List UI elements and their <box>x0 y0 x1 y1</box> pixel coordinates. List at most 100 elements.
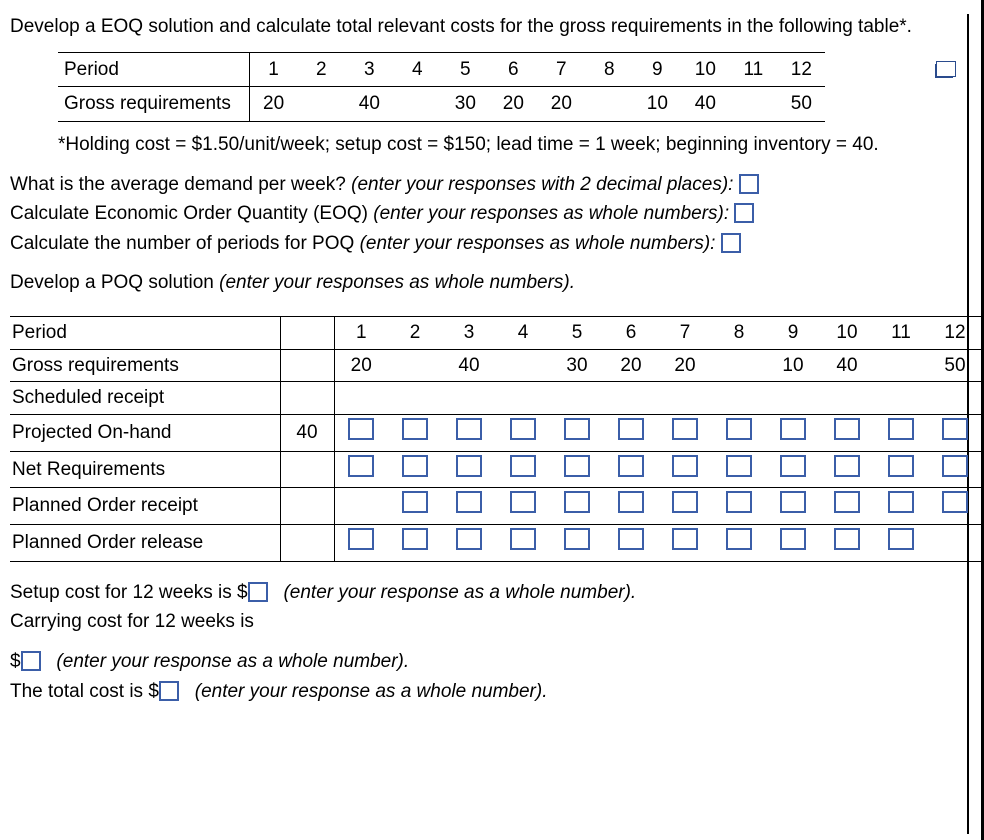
gross-cell: 10 <box>633 87 681 122</box>
net-req-input[interactable] <box>564 455 590 477</box>
period-col: 8 <box>585 52 633 87</box>
planned-receipt-input[interactable] <box>672 491 698 513</box>
planned-release-input[interactable] <box>834 528 860 550</box>
planned-receipt-input[interactable] <box>510 491 536 513</box>
sched-cell <box>658 382 712 415</box>
table-cell <box>820 524 874 561</box>
period-col: 8 <box>712 317 766 350</box>
gross-cell: 20 <box>537 87 585 122</box>
gross-cell: 40 <box>820 349 874 382</box>
proj-onhand-input[interactable] <box>348 418 374 440</box>
net-req-input[interactable] <box>510 455 536 477</box>
proj-onhand-input[interactable] <box>564 418 590 440</box>
planned-receipt-input[interactable] <box>618 491 644 513</box>
gross-cell: 40 <box>681 87 729 122</box>
planned-receipt-input[interactable] <box>564 491 590 513</box>
planned-receipt-input[interactable] <box>942 491 968 513</box>
proj-onhand-input[interactable] <box>672 418 698 440</box>
planned-release-input[interactable] <box>456 528 482 550</box>
table-cell <box>496 451 550 488</box>
gross-cell <box>712 349 766 382</box>
planned-release-input[interactable] <box>402 528 428 550</box>
net-req-input[interactable] <box>618 455 644 477</box>
period-col: 9 <box>766 317 820 350</box>
avg-demand-input[interactable] <box>739 174 759 194</box>
table-cell <box>388 488 442 525</box>
net-req-input[interactable] <box>888 455 914 477</box>
net-req-input[interactable] <box>672 455 698 477</box>
eoq-input[interactable] <box>734 203 754 223</box>
net-req-input[interactable] <box>402 455 428 477</box>
net-req-input[interactable] <box>780 455 806 477</box>
table-cell <box>496 488 550 525</box>
carrying-cost-line2: $ (enter your response as a whole number… <box>10 649 959 675</box>
period-col: 10 <box>820 317 874 350</box>
period-col: 6 <box>489 52 537 87</box>
sched-cell <box>766 382 820 415</box>
net-req-input[interactable] <box>348 455 374 477</box>
planned-release-input[interactable] <box>348 528 374 550</box>
proj-onhand-input[interactable] <box>888 418 914 440</box>
period-col: 7 <box>537 52 585 87</box>
gross-cell <box>393 87 441 122</box>
proj-onhand-input[interactable] <box>402 418 428 440</box>
period-col: 2 <box>297 52 345 87</box>
table-cell <box>334 488 388 525</box>
carrying-cost-input[interactable] <box>21 651 41 671</box>
proj-begin-value: 40 <box>280 415 334 452</box>
period-col: 12 <box>928 317 982 350</box>
planned-receipt-input[interactable] <box>888 491 914 513</box>
net-req-input[interactable] <box>942 455 968 477</box>
setup-cost-line: Setup cost for 12 weeks is $ (enter your… <box>10 580 959 606</box>
period-col: 12 <box>777 52 825 87</box>
table-cell <box>604 415 658 452</box>
proj-onhand-input[interactable] <box>834 418 860 440</box>
planned-receipt-input[interactable] <box>780 491 806 513</box>
planned-release-input[interactable] <box>510 528 536 550</box>
planned-release-input[interactable] <box>780 528 806 550</box>
period-col: 2 <box>388 317 442 350</box>
net-req-input[interactable] <box>456 455 482 477</box>
planned-receipt-input[interactable] <box>402 491 428 513</box>
planned-receipt-label: Planned Order receipt <box>10 488 280 525</box>
net-req-input[interactable] <box>834 455 860 477</box>
proj-onhand-input[interactable] <box>942 418 968 440</box>
planned-release-input[interactable] <box>726 528 752 550</box>
gross-cell <box>585 87 633 122</box>
gross-cell: 10 <box>766 349 820 382</box>
sched-cell <box>928 382 982 415</box>
popup-icon[interactable] <box>935 64 953 78</box>
proj-onhand-input[interactable] <box>726 418 752 440</box>
proj-onhand-input[interactable] <box>780 418 806 440</box>
planned-release-input[interactable] <box>888 528 914 550</box>
setup-cost-input[interactable] <box>248 582 268 602</box>
planned-release-input[interactable] <box>564 528 590 550</box>
planned-release-input[interactable] <box>672 528 698 550</box>
table-cell <box>820 488 874 525</box>
question-poq-periods: Calculate the number of periods for POQ … <box>10 231 959 257</box>
table-cell <box>442 415 496 452</box>
planned-release-input[interactable] <box>618 528 644 550</box>
planned-receipt-input[interactable] <box>834 491 860 513</box>
table-cell <box>334 524 388 561</box>
proj-onhand-input[interactable] <box>618 418 644 440</box>
poq-periods-input[interactable] <box>721 233 741 253</box>
gross-cell <box>297 87 345 122</box>
gross-req-label: Gross requirements <box>10 349 280 382</box>
planned-receipt-input[interactable] <box>726 491 752 513</box>
proj-onhand-input[interactable] <box>456 418 482 440</box>
table-cell <box>928 488 982 525</box>
period-col: 1 <box>249 52 297 87</box>
gross-cell: 40 <box>345 87 393 122</box>
period-col: 1 <box>334 317 388 350</box>
proj-onhand-input[interactable] <box>510 418 536 440</box>
table-cell <box>442 488 496 525</box>
total-cost-input[interactable] <box>159 681 179 701</box>
gross-cell <box>388 349 442 382</box>
table-cell <box>766 451 820 488</box>
table-cell <box>550 415 604 452</box>
planned-receipt-input[interactable] <box>456 491 482 513</box>
period-col: 4 <box>496 317 550 350</box>
table-cell <box>658 415 712 452</box>
net-req-input[interactable] <box>726 455 752 477</box>
